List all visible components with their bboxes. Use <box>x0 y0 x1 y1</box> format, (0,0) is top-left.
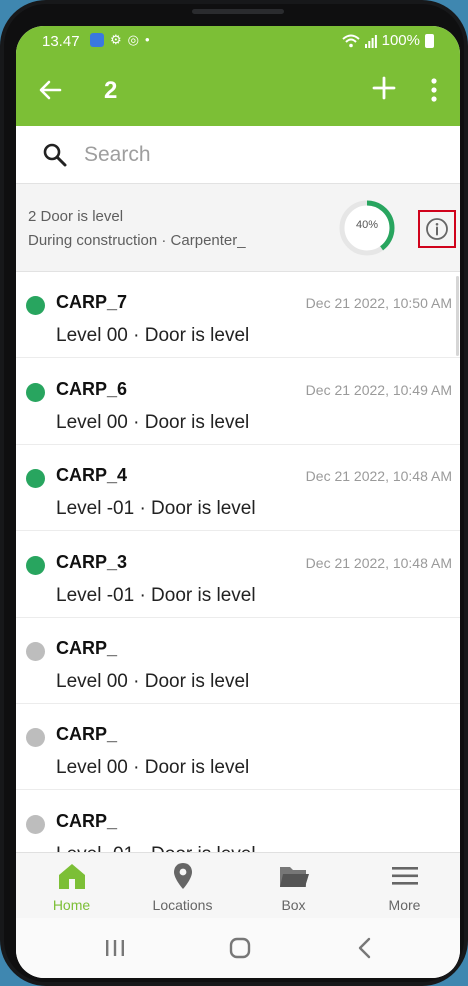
item-date: Dec 21 2022, 10:48 AM <box>305 468 452 484</box>
sync-icon: ◎ <box>127 32 139 47</box>
app-notification-icon <box>90 33 104 47</box>
status-dot <box>26 383 45 402</box>
nav-locations[interactable]: Locations <box>127 853 238 919</box>
app-bar: 2 <box>16 56 460 126</box>
item-subtitle: Level 00 · Door is level <box>56 325 250 346</box>
status-dot <box>26 296 45 315</box>
list-item[interactable]: CARP_ Level 00 · Door is level <box>16 618 460 704</box>
nav-label-home: Home <box>52 897 91 913</box>
item-name: CARP_3 <box>56 552 128 572</box>
list-item[interactable]: CARP_4 Dec 21 2022, 10:48 AM Level -01 ·… <box>16 445 460 531</box>
list-item[interactable]: CARP_6 Dec 21 2022, 10:49 AM Level 00 · … <box>16 359 460 445</box>
bottom-navigation: Home Locations Box More <box>16 852 460 918</box>
item-subtitle: Level 00 · Door is level <box>56 671 250 692</box>
list-item[interactable]: CARP_3 Dec 21 2022, 10:48 AM Level -01 ·… <box>16 532 460 618</box>
dot-icon: • <box>145 32 150 47</box>
overflow-menu-icon[interactable] <box>424 76 444 104</box>
item-name: CARP_ <box>56 724 118 744</box>
list-item[interactable]: CARP_ Level 00 · Door is level <box>16 704 460 790</box>
status-dot <box>26 728 45 747</box>
nav-label-more: More <box>388 897 421 913</box>
item-subtitle: Level -01 · Door is level <box>56 844 256 852</box>
settings-gear-icon: ⚙ <box>110 32 122 47</box>
item-subtitle: Level -01 · Door is level <box>56 498 256 519</box>
nav-label-box: Box <box>281 897 306 913</box>
notification-icons: ⚙ ◎ • <box>90 32 150 48</box>
system-navigation-bar <box>16 918 460 978</box>
info-icon <box>426 218 448 240</box>
hamburger-menu-icon <box>392 867 418 885</box>
wifi-icon <box>341 34 360 47</box>
search-bar <box>16 126 460 184</box>
item-name: CARP_4 <box>56 465 128 485</box>
item-name: CARP_6 <box>56 379 128 399</box>
nav-more[interactable]: More <box>349 853 460 919</box>
search-input[interactable] <box>84 140 424 170</box>
location-pin-icon <box>174 863 192 889</box>
back-arrow-icon[interactable] <box>36 76 64 104</box>
status-dot <box>26 556 45 575</box>
list-item[interactable]: CARP_7 Dec 21 2022, 10:50 AM Level 00 · … <box>16 272 460 358</box>
status-dot <box>26 469 45 488</box>
info-button[interactable] <box>418 210 456 248</box>
status-dot <box>26 642 45 661</box>
status-right: 100% <box>341 32 434 49</box>
summary-title: 2 Door is level <box>28 208 124 225</box>
status-time: 13.47 <box>42 33 80 50</box>
battery-percent: 100% <box>381 32 420 49</box>
item-name: CARP_ <box>56 811 118 831</box>
item-name: CARP_7 <box>56 292 128 312</box>
battery-icon <box>425 33 434 48</box>
add-plus-icon[interactable] <box>370 74 398 102</box>
phone-bezel: 13.47 ⚙ ◎ • 100% 2 Search 2 Door is leve… <box>4 4 464 982</box>
list-item[interactable]: CARP_ Level -01 · Door is level <box>16 791 460 852</box>
home-button-icon[interactable] <box>225 934 255 962</box>
signal-icon <box>364 34 377 48</box>
item-list: CARP_7 Dec 21 2022, 10:50 AM Level 00 · … <box>16 272 460 852</box>
item-date: Dec 21 2022, 10:50 AM <box>305 295 452 311</box>
folder-icon <box>280 867 309 887</box>
status-dot <box>26 815 45 834</box>
search-icon <box>43 143 67 167</box>
nav-label-locations: Locations <box>152 897 213 913</box>
item-date: Dec 21 2022, 10:49 AM <box>305 382 452 398</box>
list-scrollbar[interactable] <box>456 276 459 356</box>
item-summary-header: 2 Door is level During construction · Ca… <box>16 184 460 272</box>
nav-home[interactable]: Home <box>16 853 127 919</box>
item-subtitle: Level 00 · Door is level <box>56 757 250 778</box>
item-subtitle: Level 00 · Door is level <box>56 412 250 433</box>
back-button-icon[interactable] <box>350 934 380 962</box>
phone-speaker <box>192 9 284 14</box>
app-screen: 13.47 ⚙ ◎ • 100% 2 Search 2 Door is leve… <box>16 26 460 978</box>
home-icon <box>59 864 85 889</box>
item-date: Dec 21 2022, 10:48 AM <box>305 555 452 571</box>
item-subtitle: Level -01 · Door is level <box>56 585 256 606</box>
progress-label: 40% <box>355 219 379 231</box>
summary-subtitle: During construction · Carpenter_ <box>28 232 246 249</box>
page-title: 2 <box>104 77 118 104</box>
recent-apps-icon[interactable] <box>100 934 130 962</box>
status-bar: 13.47 ⚙ ◎ • 100% <box>16 26 460 56</box>
item-name: CARP_ <box>56 638 118 658</box>
nav-box[interactable]: Box <box>238 853 349 919</box>
phone-frame: 13.47 ⚙ ◎ • 100% 2 Search 2 Door is leve… <box>0 0 468 986</box>
